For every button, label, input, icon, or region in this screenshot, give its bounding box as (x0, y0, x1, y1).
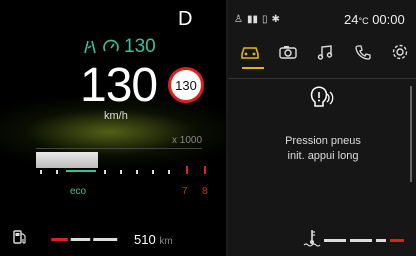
instrument-cluster: D 130 130 130 km/h x 1000 eco 7 8 510 km (0, 0, 226, 256)
user-icon: ♙ (234, 14, 243, 25)
tire-pressure-message: Pression pneus init. appui long (268, 134, 378, 164)
bluetooth-icon: ✱ (271, 14, 280, 25)
rpm-bar-fill (36, 152, 98, 168)
cruise-control-icon (103, 39, 119, 52)
range-value: 510 (134, 232, 156, 247)
cruise-set-speed: 130 (124, 36, 156, 57)
settings-icon (392, 44, 408, 60)
tire-pressure-icon (310, 86, 334, 107)
speed-limit-sign: 130 (168, 67, 204, 103)
rpm-redline-tick (204, 166, 206, 174)
lane-assist-icon (84, 40, 96, 54)
phone-icon (354, 45, 371, 60)
signal-icon: ▮▮ (246, 14, 258, 25)
speed-limit-value: 130 (175, 77, 197, 93)
fuel-level-bar (51, 238, 118, 241)
rpm-mark-8: 8 (202, 186, 208, 197)
rpm-tick (168, 170, 170, 174)
tab-settings[interactable] (386, 40, 414, 64)
rpm-tick (152, 170, 154, 174)
rpm-tick (120, 170, 122, 174)
temperature-unit: °C (358, 16, 369, 26)
menu-tabs (236, 40, 414, 64)
eco-label: eco (70, 186, 87, 197)
rpm-scale-label: x 1000 (172, 135, 203, 146)
rpm-eco-zone (66, 170, 96, 172)
gear-indicator: D (178, 8, 193, 30)
active-tab-indicator (242, 67, 264, 69)
current-speed: 130 (80, 59, 158, 112)
range-readout: 510 km (134, 232, 173, 247)
outside-temperature: 24 (344, 12, 359, 27)
rpm-tick (56, 170, 58, 174)
battery-icon: ▯ (261, 14, 268, 25)
tab-vehicle[interactable] (236, 40, 264, 64)
camera-icon (278, 46, 297, 59)
rpm-mark-7: 7 (182, 186, 188, 197)
coolant-temperature-bar (324, 239, 404, 242)
rpm-redline-tick (186, 166, 188, 174)
rpm-top-line (36, 148, 202, 149)
car-icon (241, 47, 259, 59)
range-unit: km (159, 236, 173, 247)
info-panel: ♙ ▮▮ ▯ ✱ 24°C 00:00 Pression pneus init.… (228, 0, 416, 256)
tab-camera[interactable] (274, 40, 302, 64)
message-line-1: Pression pneus (285, 135, 361, 147)
message-line-2: init. appui long (287, 150, 359, 162)
rpm-tick (104, 170, 106, 174)
status-icons: ♙ ▮▮ ▯ ✱ (234, 14, 280, 25)
coolant-temperature-icon (303, 230, 321, 247)
adaptive-cruise-indicator: 130 (82, 36, 156, 58)
rpm-tick (40, 170, 42, 174)
music-icon (317, 45, 333, 60)
tab-phone[interactable] (349, 40, 377, 64)
clock-time: 00:00 (372, 12, 405, 27)
rpm-tick (136, 170, 138, 174)
tab-music[interactable] (311, 40, 339, 64)
panel-separator (228, 78, 416, 79)
status-readout: 24°C 00:00 (344, 12, 405, 27)
scrollbar[interactable] (410, 86, 412, 182)
fuel-pump-icon (13, 230, 26, 244)
speed-unit: km/h (104, 110, 128, 122)
